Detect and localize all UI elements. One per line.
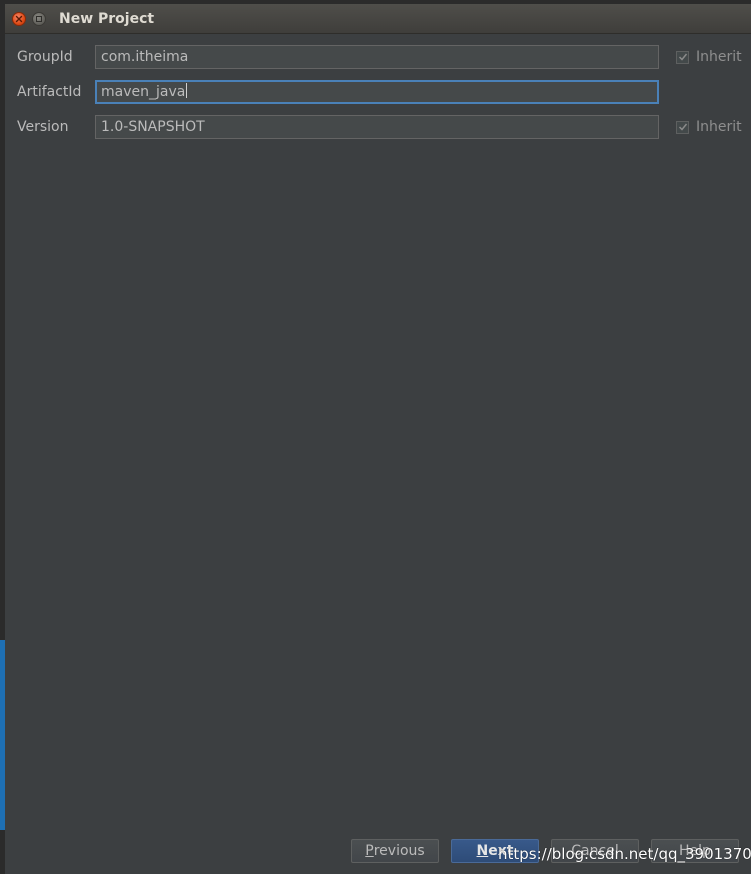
previous-button[interactable]: Previous — [351, 839, 439, 863]
maximize-button[interactable] — [32, 12, 46, 26]
artifactid-value: maven_java — [101, 84, 186, 100]
text-caret — [186, 83, 188, 98]
previous-mnemonic: P — [365, 843, 374, 859]
maximize-icon — [36, 16, 42, 22]
groupid-value: com.itheima — [101, 49, 189, 65]
artifactid-label: ArtifactId — [17, 84, 82, 100]
version-input[interactable]: 1.0-SNAPSHOT — [95, 115, 659, 139]
groupid-inherit-checkbox[interactable]: Inherit — [676, 49, 742, 65]
groupid-label: GroupId — [17, 49, 73, 65]
version-value: 1.0-SNAPSHOT — [101, 119, 205, 135]
check-icon — [678, 53, 687, 61]
next-mnemonic: N — [476, 843, 489, 859]
close-icon — [15, 15, 23, 23]
check-icon — [678, 123, 687, 131]
checkbox[interactable] — [676, 120, 689, 134]
version-inherit-label: Inherit — [696, 119, 742, 135]
watermark-url: https://blog.csdn.net/qq_39013701 — [498, 845, 751, 863]
window-title: New Project — [59, 11, 155, 27]
new-project-dialog: New Project GroupId com.itheima Inherit … — [5, 4, 751, 874]
version-inherit-checkbox[interactable]: Inherit — [676, 119, 742, 135]
version-label: Version — [17, 119, 69, 135]
groupid-input[interactable]: com.itheima — [95, 45, 659, 69]
title-bar: New Project — [5, 4, 751, 34]
checkbox[interactable] — [676, 50, 689, 64]
artifactid-input[interactable]: maven_java — [95, 80, 659, 104]
groupid-inherit-label: Inherit — [696, 49, 742, 65]
previous-label: revious — [373, 843, 425, 859]
close-button[interactable] — [12, 12, 26, 26]
